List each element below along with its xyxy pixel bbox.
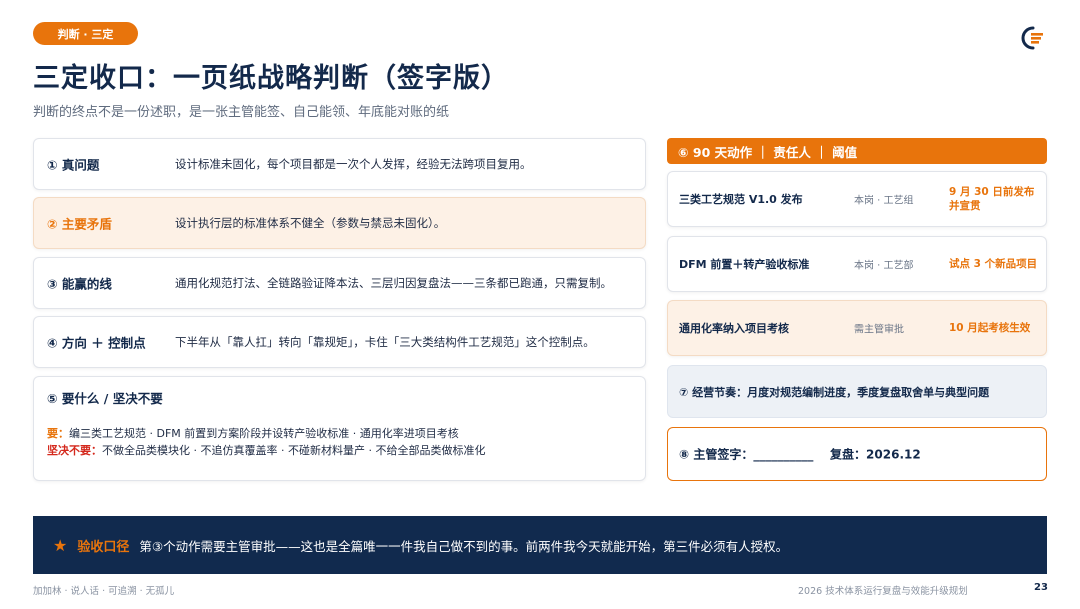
- section-tag: 判断 · 三定: [33, 22, 138, 45]
- page-number: 23: [1034, 582, 1048, 593]
- signature-card: ⑧ 主管签字：__________ 复盘：2026.12: [667, 427, 1047, 481]
- footer-right: 2026 技术体系运行复盘与效能升级规划: [798, 586, 968, 597]
- card-text: 设计执行层的标准体系不健全（参数与禁忌未固化）。: [175, 216, 446, 230]
- reject-text: 不做全品类模块化 · 不追仿真覆盖率 · 不碰新材料量产 · 不给全部品类做标准…: [102, 444, 486, 457]
- card-direction-control: ④ 方向 ＋ 控制点 下半年从「靠人扛」转向「靠规矩」，卡住「三大类结构件工艺规…: [33, 316, 646, 368]
- card-heading: ⑤ 要什么 / 坚决不要: [47, 391, 163, 406]
- page-subtitle: 判断的终点不是一份述职，是一张主管能签、自己能领、年底能对账的纸: [33, 105, 450, 120]
- action-owner: 本岗 · 工艺组: [854, 195, 914, 207]
- action-row: 三类工艺规范 V1.0 发布 本岗 · 工艺组 9 月 30 日前发布并宣贯: [667, 171, 1047, 227]
- action-row: DFM 前置＋转产验收标准 本岗 · 工艺部 试点 3 个新品项目: [667, 236, 1047, 292]
- card-real-problem: ① 真问题 设计标准未固化，每个项目都是一次个人发挥，经验无法跨项目复用。: [33, 138, 646, 190]
- action-owner: 本岗 · 工艺部: [854, 260, 914, 272]
- card-text: 设计标准未固化，每个项目都是一次个人发挥，经验无法跨项目复用。: [175, 157, 532, 171]
- page-title: 三定收口：一页纸战略判断（签字版）: [33, 63, 509, 94]
- card-label: ② 主要矛盾: [47, 216, 112, 232]
- action-name: 通用化率纳入项目考核: [679, 322, 789, 335]
- card-text: 下半年从「靠人扛」转向「靠规矩」，卡住「三大类结构件工艺规范」这个控制点。: [175, 335, 595, 349]
- card-text: 通用化规范打法、全链路验证降本法、三层归因复盘法——三条都已跑通，只需复制。: [175, 276, 612, 290]
- card-winning-line: ③ 能赢的线 通用化规范打法、全链路验证降本法、三层归因复盘法——三条都已跑通，…: [33, 257, 646, 309]
- business-rhythm-text: ⑦ 经营节奏：月度对规范编制进度，季度复盘取舍单与典型问题: [679, 385, 990, 399]
- action-threshold: 试点 3 个新品项目: [949, 258, 1038, 270]
- business-rhythm-card: ⑦ 经营节奏：月度对规范编制进度，季度复盘取舍单与典型问题: [667, 365, 1047, 418]
- action-owner: 需主管审批: [854, 324, 904, 336]
- brand-logo-icon: [1021, 26, 1043, 50]
- action-threshold: 9 月 30 日前发布并宣贯: [949, 186, 1035, 212]
- card-label: ④ 方向 ＋ 控制点: [47, 335, 146, 351]
- reject-row: 坚决不要：不做全品类模块化 · 不追仿真覆盖率 · 不碰新材料量产 · 不给全部…: [47, 442, 485, 458]
- star-icon: ★: [53, 535, 68, 555]
- footer-left: 加加林 · 说人话 · 可追溯 · 无孤儿: [33, 586, 175, 597]
- signature-text: ⑧ 主管签字：__________ 复盘：2026.12: [679, 447, 921, 462]
- banner-key: 验收口径: [77, 539, 130, 555]
- reject-key: 坚决不要：: [47, 444, 102, 457]
- want-key: 要：: [47, 427, 69, 440]
- action-name: DFM 前置＋转产验收标准: [679, 258, 810, 271]
- want-row: 要：编三类工艺规范 · DFM 前置到方案阶段并设转产验收标准 · 通用化率进项…: [47, 425, 459, 441]
- want-text: 编三类工艺规范 · DFM 前置到方案阶段并设转产验收标准 · 通用化率进项目考…: [69, 427, 459, 440]
- action-row-highlight: 通用化率纳入项目考核 需主管审批 10 月起考核生效: [667, 300, 1047, 356]
- banner-text: 第③个动作需要主管审批——这也是全篇唯一一件我自己做不到的事。前两件我今天就能开…: [139, 538, 789, 554]
- card-main-contradiction: ② 主要矛盾 设计执行层的标准体系不健全（参数与禁忌未固化）。: [33, 197, 646, 249]
- action-name: 三类工艺规范 V1.0 发布: [679, 193, 803, 206]
- acceptance-banner: ★ 验收口径 第③个动作需要主管审批——这也是全篇唯一一件我自己做不到的事。前两…: [33, 516, 1047, 574]
- card-label: ③ 能赢的线: [47, 276, 112, 292]
- card-want-reject: ⑤ 要什么 / 坚决不要 要：编三类工艺规范 · DFM 前置到方案阶段并设转产…: [33, 376, 646, 481]
- action-threshold: 10 月起考核生效: [949, 322, 1031, 334]
- action-table-header: ⑥ 90 天动作 ｜ 责任人 ｜ 阈值: [667, 138, 1047, 164]
- card-label: ① 真问题: [47, 157, 100, 173]
